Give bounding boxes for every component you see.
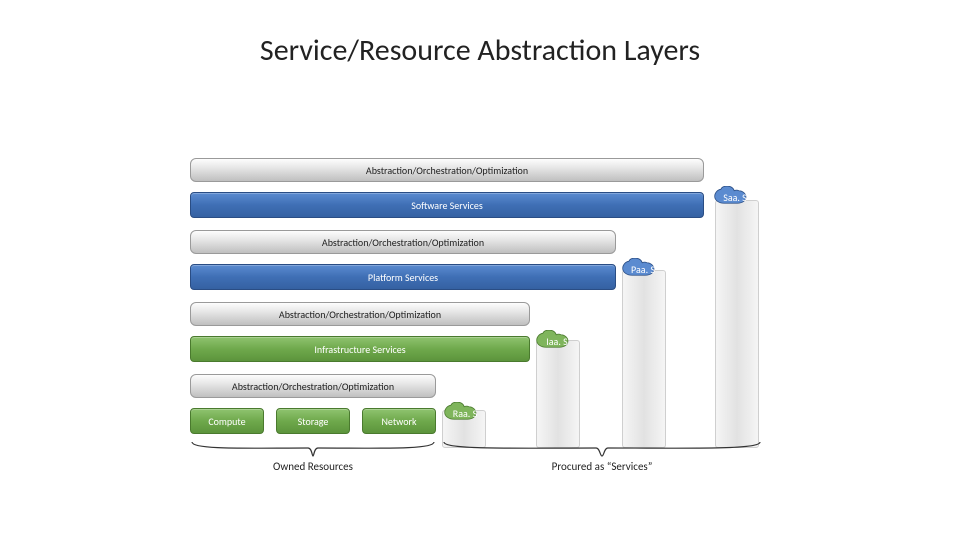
- page-title: Service/Resource Abstraction Layers: [0, 0, 960, 69]
- infrastructure-services-bar: Infrastructure Services: [190, 336, 530, 362]
- owned-label: Owned Resources: [190, 460, 436, 473]
- pillar-paas: [622, 270, 666, 448]
- abar-1: Abstraction/Orchestration/Optimization: [190, 158, 704, 182]
- iaas-label: Iaa. S: [546, 335, 567, 348]
- diagram-stage: Abstraction/Orchestration/Optimization S…: [190, 130, 830, 490]
- abar-2: Abstraction/Orchestration/Optimization: [190, 230, 616, 254]
- abar-3: Abstraction/Orchestration/Optimization: [190, 302, 530, 326]
- pillar-saas: [715, 200, 759, 448]
- compute-bar: Compute: [190, 408, 264, 434]
- paas-label: Paa. S: [631, 263, 655, 276]
- iaas-cloud: Iaa. S: [532, 330, 582, 352]
- network-bar: Network: [362, 408, 436, 434]
- raas-label: Raa. S: [453, 407, 477, 420]
- pillar-iaas: [536, 340, 580, 448]
- storage-bar: Storage: [276, 408, 350, 434]
- paas-cloud: Paa. S: [618, 258, 668, 280]
- procured-label: Procured as “Services”: [442, 460, 762, 473]
- raas-cloud: Raa. S: [440, 402, 490, 424]
- abar-4: Abstraction/Orchestration/Optimization: [190, 374, 436, 398]
- brace-owned: [190, 440, 436, 458]
- saas-cloud: Saa. S: [710, 186, 760, 208]
- software-services-bar: Software Services: [190, 192, 704, 218]
- brace-procured: [442, 440, 762, 458]
- saas-label: Saa. S: [723, 191, 747, 204]
- platform-services-bar: Platform Services: [190, 264, 616, 290]
